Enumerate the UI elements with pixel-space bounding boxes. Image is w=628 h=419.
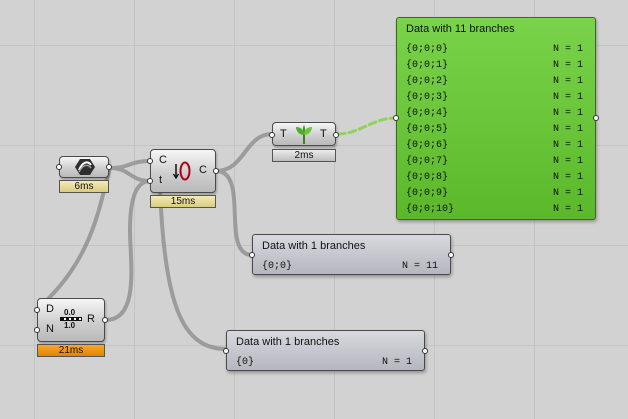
middle-panel-count: N = 11 xyxy=(401,261,438,272)
domain-icon-top: 0.0 xyxy=(64,308,76,317)
bottom-panel-path: {0} xyxy=(236,357,255,368)
split-curve-icon xyxy=(172,161,191,181)
green-panel-row-count: N = 1 xyxy=(552,188,583,199)
green-panel-row-path: {0;0;10} xyxy=(406,204,455,215)
input-timer: 6ms xyxy=(59,180,109,193)
graft-tree-component[interactable]: T T xyxy=(269,122,339,146)
split-output-c-grip[interactable] xyxy=(213,168,219,174)
curve-param-icon xyxy=(75,159,95,175)
graft-timer: 2ms xyxy=(272,149,336,162)
green-panel-row-path: {0;0;0} xyxy=(406,44,449,55)
green-panel-row-path: {0;0;3} xyxy=(406,92,449,103)
split-input-t-label: t xyxy=(159,174,163,186)
split-timer: 15ms xyxy=(150,195,216,208)
split-input-c-grip[interactable] xyxy=(147,158,153,164)
bottom-panel-output-grip[interactable] xyxy=(422,348,428,354)
bottom-panel-count: N = 1 xyxy=(381,357,412,368)
divide-domain-component[interactable]: D N R 0.0 1.0 xyxy=(34,298,108,342)
domain-output-r-grip[interactable] xyxy=(102,317,108,323)
middle-panel-output-grip[interactable] xyxy=(448,252,454,258)
green-panel-row-path: {0;0;5} xyxy=(406,124,449,135)
graft-output-label: T xyxy=(320,128,327,140)
split-input-t-grip[interactable] xyxy=(147,178,153,184)
domain-timer: 21ms xyxy=(37,344,105,357)
domain-input-d-grip[interactable] xyxy=(34,307,40,313)
wire-tree-to-green-panel[interactable] xyxy=(336,116,398,136)
middle-panel-input-grip[interactable] xyxy=(249,252,255,258)
green-panel-row-count: N = 1 xyxy=(552,140,583,151)
green-panel-row-path: {0;0;7} xyxy=(406,156,449,167)
domain-input-n-label: N xyxy=(46,323,54,335)
domain-icon-bottom: 1.0 xyxy=(64,321,76,330)
green-panel-input-grip[interactable] xyxy=(393,115,399,121)
green-panel-row-path: {0;0;2} xyxy=(406,76,449,87)
curve-param-component[interactable] xyxy=(56,156,112,178)
green-panel-row-count: N = 1 xyxy=(552,44,583,55)
split-curve-component[interactable]: C t C xyxy=(147,149,219,193)
green-panel-title: Data with 11 branches xyxy=(406,23,515,35)
middle-panel-title: Data with 1 branches xyxy=(262,240,366,252)
graft-input-label: T xyxy=(280,128,287,140)
bottom-data-panel[interactable]: Data with 1 branches {0} N = 1 xyxy=(223,330,428,371)
green-panel-row-count: N = 1 xyxy=(552,172,583,183)
green-panel-row-path: {0;0;8} xyxy=(406,172,449,183)
green-panel-row-count: N = 1 xyxy=(552,124,583,135)
wire-split-to-bottom-panel[interactable] xyxy=(158,188,228,351)
green-panel-row-path: {0;0;1} xyxy=(406,60,449,71)
middle-panel-path: {0;0} xyxy=(262,261,293,272)
domain-output-r-label: R xyxy=(87,313,95,325)
split-input-c-label: C xyxy=(159,154,167,166)
domain-icon: 0.0 1.0 xyxy=(60,308,82,330)
green-panel-row-path: {0;0;9} xyxy=(406,188,449,199)
green-panel-row-path: {0;0;4} xyxy=(406,108,449,119)
middle-data-panel[interactable]: Data with 1 branches {0;0} N = 11 xyxy=(249,234,454,275)
bottom-panel-input-grip[interactable] xyxy=(223,348,229,354)
domain-input-n-grip[interactable] xyxy=(34,327,40,333)
green-panel-row-count: N = 1 xyxy=(552,156,583,167)
domain-input-d-label: D xyxy=(46,303,54,315)
split-output-c-label: C xyxy=(199,164,207,176)
graft-output-grip[interactable] xyxy=(333,132,339,138)
green-panel-output-grip[interactable] xyxy=(593,115,599,121)
graft-input-grip[interactable] xyxy=(269,132,275,138)
green-panel-row-count: N = 1 xyxy=(552,204,583,215)
green-panel-row-count: N = 1 xyxy=(552,108,583,119)
green-panel-row-count: N = 1 xyxy=(552,60,583,71)
graft-tree-icon xyxy=(296,125,312,144)
green-panel-row-count: N = 1 xyxy=(552,76,583,87)
bottom-panel-title: Data with 1 branches xyxy=(236,336,340,348)
green-panel-row-path: {0;0;6} xyxy=(406,140,449,151)
green-data-panel[interactable]: Data with 11 branches {0;0;0} N = 1 {0;0;1… xyxy=(393,17,599,220)
green-panel-row-count: N = 1 xyxy=(552,92,583,103)
